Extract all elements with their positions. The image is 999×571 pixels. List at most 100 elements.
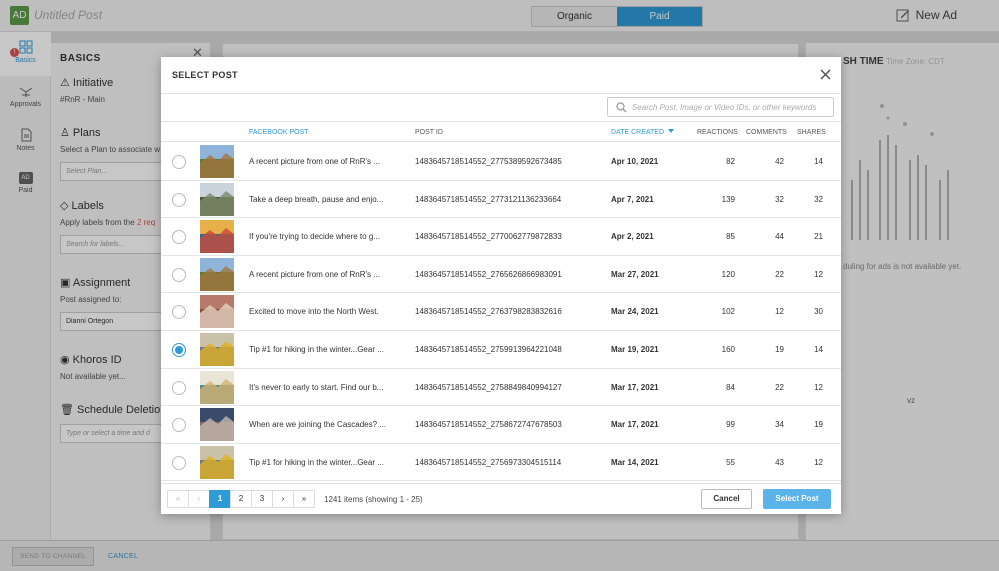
table-row[interactable]: Take a deep breath, pause and enjo... 148… [161,181,841,219]
modal-footer: « ‹ 1 2 3 › » 1241 items (showing 1 - 25… [161,483,841,514]
post-reactions: 120 [721,269,735,279]
table-row[interactable]: When are we joining the Cascades? ... 148… [161,406,841,444]
post-shares: 12 [814,457,823,467]
cancel-button[interactable]: Cancel [701,489,752,509]
table-row[interactable]: A recent picture from one of RnR's ... 14… [161,143,841,181]
row-select-radio[interactable] [172,192,186,207]
post-reactions: 82 [726,157,735,166]
post-thumbnail [200,445,234,479]
post-text: A recent picture from one of RnR's ... [249,269,380,279]
modal-title: SELECT POST [172,70,238,80]
first-page-button[interactable]: « [167,490,189,508]
post-comments: 34 [775,420,784,430]
date-created-label: DATE CREATED [611,129,665,136]
table-row[interactable]: It's never to early to start. Find our b… [161,369,841,407]
row-select-radio[interactable] [172,455,186,470]
post-reactions: 55 [726,457,735,467]
post-id: 1483645718514552_2759913964221048 [415,344,562,354]
post-date: Mar 14, 2021 [611,457,659,467]
last-page-button[interactable]: » [293,490,315,508]
page-1-button[interactable]: 1 [209,490,231,508]
post-comments: 32 [775,194,784,204]
post-text: A recent picture from one of RnR's ... [249,157,380,166]
post-reactions: 102 [721,307,735,317]
post-id: 1483645718514552_2758672747678503 [415,420,562,430]
table-row[interactable]: Excited to move into the North West. 1483… [161,293,841,331]
post-thumbnail [200,295,234,329]
row-select-radio[interactable] [172,418,186,433]
prev-page-button[interactable]: ‹ [188,490,210,508]
post-thumbnail [200,332,234,366]
comments-header: COMMENTS [746,129,787,136]
post-text: Tip #1 for hiking in the winter...Gear .… [249,344,384,354]
row-select-radio[interactable] [172,342,186,357]
post-date: Mar 27, 2021 [611,269,659,279]
facebook-post-header[interactable]: FACEBOOK POST [249,129,309,136]
modal-header: SELECT POST [161,57,841,94]
search-bar [161,94,841,122]
post-comments: 43 [775,457,784,467]
row-select-radio[interactable] [172,230,186,245]
post-comments: 22 [775,382,784,392]
post-thumbnail [200,220,234,254]
post-id: 1483645718514552_2773121136233664 [415,194,562,204]
reactions-header: REACTIONS [697,129,738,136]
post-comments: 42 [775,157,784,166]
post-shares: 14 [814,157,823,166]
post-reactions: 160 [721,344,735,354]
post-thumbnail [200,145,234,178]
post-thumbnail [200,370,234,404]
post-date: Mar 17, 2021 [611,420,659,430]
post-id: 1483645718514552_2775389592673485 [415,157,562,166]
post-date: Apr 2, 2021 [611,232,654,242]
pagination-info: 1241 items (showing 1 - 25) [324,495,423,504]
page-2-button[interactable]: 2 [230,490,252,508]
post-thumbnail [200,257,234,291]
post-id: 1483645718514552_2765626866983091 [415,269,562,279]
row-select-radio[interactable] [172,155,186,169]
table-row[interactable]: Tip #1 for hiking in the winter...Gear .… [161,331,841,369]
post-reactions: 84 [726,382,735,392]
close-icon[interactable] [819,68,832,81]
post-reactions: 85 [726,232,735,242]
table-header: FACEBOOK POST POST ID DATE CREATED REACT… [161,122,841,142]
post-date: Apr 10, 2021 [611,157,659,166]
post-date: Mar 19, 2021 [611,344,659,354]
search-input[interactable] [632,100,830,114]
select-post-button[interactable]: Select Post [763,489,831,509]
post-text: Excited to move into the North West. [249,307,379,317]
post-thumbnail [200,408,234,442]
post-id: 1483645718514552_2756973304515114 [415,457,562,467]
post-reactions: 99 [726,420,735,430]
post-shares: 12 [814,382,823,392]
page-3-button[interactable]: 3 [251,490,273,508]
post-id: 1483645718514552_2763798283832616 [415,307,562,317]
post-comments: 44 [775,232,784,242]
post-text: If you're trying to decide where to g... [249,232,380,242]
post-shares: 30 [814,307,823,317]
post-shares: 14 [814,344,823,354]
post-id: 1483645718514552_2770062779872833 [415,232,562,242]
sort-desc-icon [668,129,675,133]
post-comments: 19 [775,344,784,354]
post-id-header: POST ID [415,129,443,136]
post-date: Mar 17, 2021 [611,382,659,392]
post-table: A recent picture from one of RnR's ... 14… [161,143,841,483]
post-date: Apr 7, 2021 [611,194,654,204]
row-select-radio[interactable] [172,267,186,282]
table-row[interactable]: A recent picture from one of RnR's ... 14… [161,256,841,294]
next-page-button[interactable]: › [272,490,294,508]
date-created-header[interactable]: DATE CREATED [611,129,675,136]
row-select-radio[interactable] [172,380,186,395]
post-text: It's never to early to start. Find our b… [249,382,384,392]
table-row[interactable]: If you're trying to decide where to g...… [161,218,841,256]
select-post-modal: SELECT POST FACEBOOK POST POST ID DATE C… [161,57,841,514]
search-box [607,97,834,117]
post-text: Take a deep breath, pause and enjo... [249,194,384,204]
post-text: When are we joining the Cascades? ... [249,420,386,430]
post-id: 1483645718514552_2758849840994127 [415,382,562,392]
post-thumbnail [200,182,234,216]
table-row[interactable]: Tip #1 for hiking in the winter...Gear .… [161,444,841,482]
post-date: Mar 24, 2021 [611,307,659,317]
row-select-radio[interactable] [172,305,186,320]
